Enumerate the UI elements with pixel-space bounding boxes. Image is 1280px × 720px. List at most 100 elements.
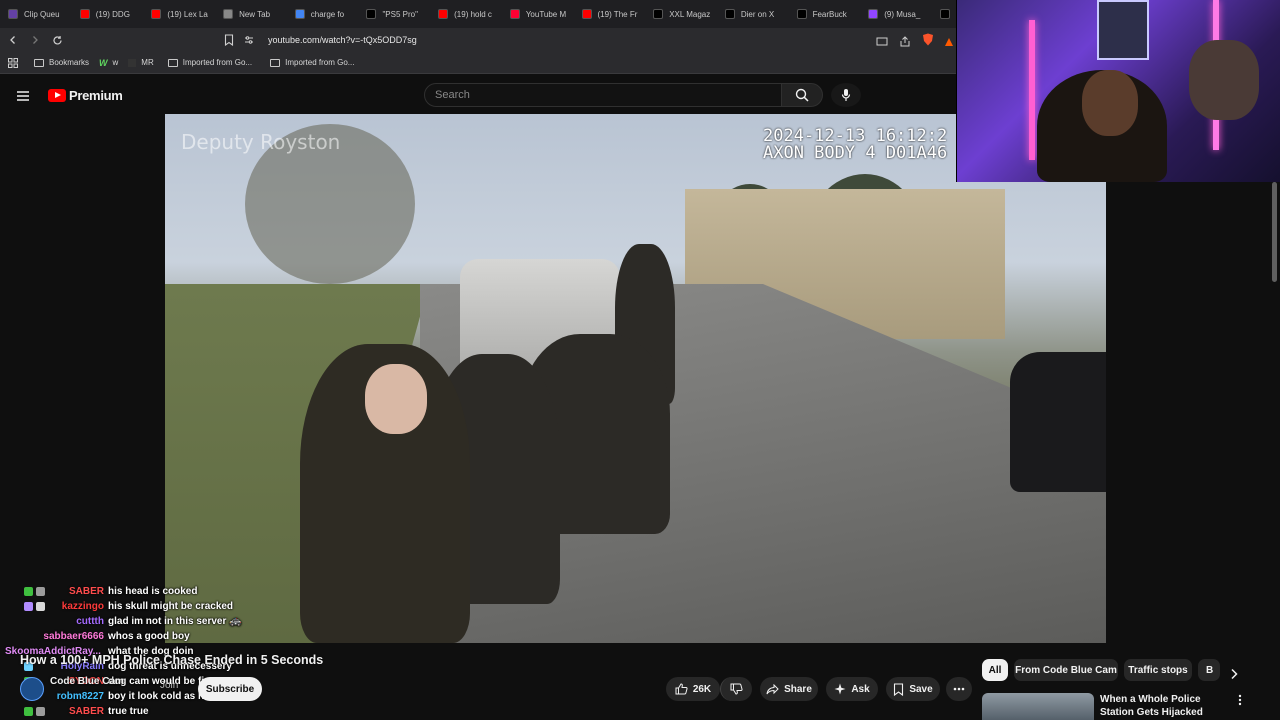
chevron-right-icon[interactable] — [1222, 662, 1246, 686]
bookmark-page-icon[interactable] — [224, 33, 234, 51]
browser-tab[interactable]: Dier on X — [717, 0, 789, 28]
search-input[interactable]: Search — [424, 83, 782, 107]
thumbs-down-icon — [730, 683, 743, 695]
tab-favicon-icon — [509, 9, 520, 19]
rewards-icon[interactable] — [944, 34, 954, 52]
bookmark-bookmarks[interactable]: Bookmarks — [34, 58, 89, 67]
browser-tab[interactable]: charge fo — [287, 0, 359, 28]
scrollbar[interactable] — [1272, 182, 1277, 282]
tab-label: (19) hold c — [454, 9, 492, 19]
tab-favicon-icon — [438, 9, 449, 19]
chip-traffic-stops[interactable]: Traffic stops — [1124, 659, 1192, 681]
video-player[interactable]: Deputy Royston 2024-12-13 16:12:2 AXON B… — [165, 114, 1106, 643]
browser-tab[interactable]: FearBuck — [789, 0, 861, 28]
bookmark-label: Imported from Go... — [182, 58, 253, 67]
chat-text: whos a good boy — [108, 631, 190, 642]
chat-badge-icon — [36, 587, 45, 596]
ask-button[interactable]: Ask — [826, 677, 878, 701]
youtube-premium-logo[interactable]: Premium — [48, 88, 123, 103]
chat-username: SABER — [68, 586, 104, 597]
more-vertical-icon[interactable] — [1238, 694, 1242, 709]
share-page-icon[interactable] — [899, 34, 911, 52]
chat-badge-icon — [24, 707, 33, 716]
bookmark-mr[interactable]: MR — [128, 58, 154, 67]
browser-tab[interactable]: (19) The Fr — [574, 0, 646, 28]
browser-tab[interactable]: XXL Magaz — [645, 0, 717, 28]
bodycam-officer-label: Deputy Royston — [181, 130, 341, 154]
tab-favicon-icon — [79, 9, 90, 19]
voice-search-button[interactable] — [831, 83, 861, 107]
site-settings-icon[interactable] — [244, 35, 254, 45]
recommended-title[interactable]: When a Whole Police Station Gets Hijacke… — [1100, 693, 1230, 719]
bookmark-label: Bookmarks — [49, 58, 90, 67]
chip-partial[interactable]: B — [1198, 659, 1220, 681]
browser-tab[interactable]: YouTube M — [502, 0, 574, 28]
browser-tab[interactable]: (19) hold c — [430, 0, 502, 28]
more-horizontal-icon — [953, 687, 965, 691]
share-button[interactable]: Share — [760, 677, 818, 701]
browser-tab[interactable]: Clip Queu — [0, 0, 72, 28]
microphone-icon — [841, 89, 851, 101]
streamer-webcam — [956, 0, 1280, 182]
tab-favicon-icon — [223, 9, 234, 19]
video-title: How a 100+ MPH Police Chase Ended in 5 S… — [20, 653, 324, 667]
cast-icon[interactable] — [876, 34, 888, 52]
menu-icon[interactable] — [16, 89, 30, 107]
more-actions-button[interactable] — [946, 677, 972, 701]
mr-icon — [128, 58, 137, 67]
tab-label: (19) The Fr — [597, 9, 638, 19]
tab-label: Dier on X — [740, 9, 775, 19]
browser-tab[interactable]: (19) Lex La — [143, 0, 215, 28]
chat-badges — [24, 707, 48, 716]
share-label: Share — [784, 683, 812, 695]
address-bar[interactable]: youtube.com/watch?v=-tQx5ODD7sg — [244, 30, 944, 50]
like-button[interactable]: 26K — [666, 677, 720, 701]
back-icon[interactable] — [4, 31, 22, 49]
recommended-thumbnail[interactable] — [982, 693, 1094, 720]
browser-tab[interactable]: New Tab — [215, 0, 287, 28]
tab-favicon-icon — [796, 9, 807, 19]
folder-icon — [270, 58, 281, 67]
sparkle-icon — [834, 683, 846, 695]
youtube-play-icon — [48, 89, 66, 102]
chip-from-channel[interactable]: From Code Blue Cam — [1014, 659, 1118, 681]
chat-text: his skull might be cracked — [108, 601, 234, 612]
tab-favicon-icon — [8, 9, 18, 19]
save-button[interactable]: Save — [886, 677, 940, 701]
chat-username: kazzingo — [61, 601, 104, 612]
forward-icon[interactable] — [26, 31, 44, 49]
chat-message: SABER true true — [0, 705, 330, 720]
bookmark-imported-1[interactable]: Imported from Go... — [167, 58, 253, 67]
dislike-button[interactable] — [720, 677, 752, 701]
browser-tab[interactable]: "PS5 Pro" — [358, 0, 430, 28]
tab-label: (19) DDG — [95, 9, 130, 19]
channel-avatar[interactable] — [20, 677, 44, 701]
brave-shield-icon[interactable] — [922, 33, 934, 51]
channel-name[interactable]: Code Blue Cam — [50, 676, 124, 687]
chat-badge-icon — [36, 707, 45, 716]
bookmark-imported-2[interactable]: Imported from Go... — [270, 58, 354, 67]
police-car-shape — [1010, 352, 1106, 492]
tab-favicon-icon — [939, 9, 950, 19]
apps-grid-icon[interactable] — [8, 57, 18, 68]
subscribe-button[interactable]: Subscribe — [198, 677, 262, 701]
reload-icon[interactable] — [48, 31, 66, 49]
bookmark-w[interactable]: W w — [99, 58, 118, 68]
browser-tab[interactable]: (19) DDG — [72, 0, 144, 28]
chat-message: cuttth glad im not in this server 🚓 — [0, 615, 330, 630]
chat-badge-icon — [36, 602, 45, 611]
folder-icon — [167, 58, 178, 67]
join-button[interactable]: Join — [160, 680, 178, 691]
tab-label: "PS5 Pro" — [382, 9, 418, 19]
chip-all[interactable]: All — [982, 659, 1008, 681]
tab-label: YouTube M — [525, 9, 567, 19]
bookmark-label: w — [112, 58, 119, 67]
tab-label: charge fo — [310, 9, 345, 19]
tab-label: (19) Lex La — [167, 9, 208, 19]
folder-icon — [34, 58, 44, 67]
tab-favicon-icon — [294, 9, 305, 19]
browser-tab[interactable]: (9) Musa_ — [860, 0, 932, 28]
search-button[interactable] — [781, 83, 823, 107]
chat-message: SABER his head is cooked — [0, 585, 330, 600]
chat-message: robm8227 boy it look cold as hell — [0, 690, 330, 705]
